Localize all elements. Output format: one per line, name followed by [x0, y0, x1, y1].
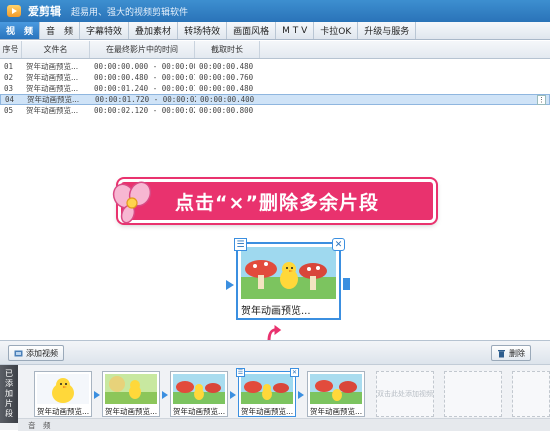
- title-bar: 爱剪辑 超易用、强大的视频剪辑软件: [0, 0, 550, 22]
- timeline-arrow-icon: [162, 391, 168, 399]
- table-row[interactable]: 02 贺年动画预览... 00:00:00.480 - 00:00:01.240 00…: [0, 72, 550, 83]
- row-more-button[interactable]: ⋮: [537, 95, 546, 105]
- cell-index: 03: [4, 84, 14, 93]
- menu-tab-0[interactable]: 视 频: [0, 22, 41, 39]
- column-header-filename[interactable]: 文件名: [22, 41, 90, 58]
- cell-duration: 00:00:00.480: [199, 62, 254, 71]
- cell-name: 贺年动画预览...: [27, 95, 80, 104]
- column-header-duration[interactable]: 截取时长: [195, 41, 260, 58]
- cell-index: 02: [4, 73, 14, 82]
- menu-tab-8[interactable]: 升级与服务: [358, 22, 417, 39]
- timeline-clip-list-icon[interactable]: ☰: [236, 368, 245, 377]
- bottom-toolbar: 添加视频 删除: [0, 340, 550, 364]
- app-name: 爱剪辑: [28, 5, 61, 18]
- add-video-button[interactable]: 添加视频: [8, 345, 64, 361]
- column-header-time[interactable]: 在最终影片中的时间: [90, 41, 195, 58]
- timeline-arrow-icon: [94, 391, 100, 399]
- cell-time: 00:00:00.480 - 00:00:01.240: [94, 73, 195, 82]
- menu-tab-4[interactable]: 转场特效: [178, 22, 228, 39]
- clip-thumbnail: [241, 247, 336, 299]
- table-row[interactable]: 05 贺年动画预览... 00:00:02.120 - 00:00:02.920 00…: [0, 105, 550, 116]
- cell-name: 贺年动画预览...: [26, 73, 79, 82]
- timeline-arrow-icon: [230, 391, 236, 399]
- timeline-clip-label: 贺年动画预览...: [310, 407, 363, 416]
- enlarged-clip-card[interactable]: 贺年动画预览... ☰ ✕: [234, 238, 345, 320]
- cell-time: 00:00:02.120 - 00:00:02.920: [94, 106, 195, 115]
- menu-tab-6[interactable]: M T V: [276, 22, 315, 39]
- cell-index: 04: [5, 95, 15, 104]
- menu-tab-1[interactable]: 音 频: [40, 22, 81, 39]
- timeline-clip-label: 贺年动画预览...: [37, 407, 90, 416]
- clip-label: 贺年动画预览...: [241, 306, 311, 317]
- cell-name: 贺年动画预览...: [26, 84, 79, 93]
- cell-duration: 00:00:00.800: [199, 106, 254, 115]
- timeline-clip-label: 贺年动画预览...: [241, 407, 294, 416]
- cell-index: 05: [4, 106, 14, 115]
- empty-clip-slot[interactable]: [444, 371, 502, 417]
- added-clips-label: 已添加片段: [0, 365, 18, 423]
- clip-list-icon[interactable]: ☰: [234, 238, 247, 251]
- delete-label: 删除: [509, 348, 525, 358]
- timeline-arrow-icon: [298, 391, 304, 399]
- timeline-clip-thumbnail: [37, 374, 89, 404]
- main-menu-bar: 视 频音 频字幕特效 叠加素材 转场特效 画面风格 M T V 卡拉OK 升级与服务: [0, 22, 550, 40]
- timeline-clip[interactable]: 贺年动画预览...: [102, 371, 160, 417]
- cell-time: 00:00:00.000 - 00:00:00.480: [94, 62, 195, 71]
- timeline-clip-thumbnail: [241, 374, 293, 404]
- cell-duration: 00:00:00.760: [199, 73, 254, 82]
- column-header-index[interactable]: 序号: [0, 41, 22, 58]
- cell-duration: 00:00:00.480: [199, 84, 254, 93]
- table-row[interactable]: 04 贺年动画预览... 00:00:01.720 - 00:00:02.120 00…: [0, 94, 550, 105]
- empty-clip-slot[interactable]: [512, 371, 550, 417]
- cell-duration: 00:00:00.400: [200, 95, 255, 104]
- cell-name: 贺年动画预览...: [26, 62, 79, 71]
- timeline-clip-label: 贺年动画预览...: [105, 407, 158, 416]
- add-video-label: 添加视频: [26, 348, 58, 358]
- timeline-clip[interactable]: 贺年动画预览...: [170, 371, 228, 417]
- table-row[interactable]: 03 贺年动画预览... 00:00:01.240 - 00:00:01.720 00…: [0, 83, 550, 94]
- timeline-clip[interactable]: 贺年动画预览... ☰ ✕: [236, 368, 299, 417]
- clip-arrow-right-icon: [343, 278, 350, 290]
- column-header-filler: [260, 41, 550, 58]
- timeline-clip-label: 贺年动画预览...: [173, 407, 226, 416]
- menu-tab-3[interactable]: 叠加素材: [129, 22, 179, 39]
- timeline-clip-thumbnail: [310, 374, 362, 404]
- empty-clip-slot[interactable]: 双击此处添加视频: [376, 371, 434, 417]
- bow-decoration-icon: [112, 180, 154, 224]
- menu-tab-2[interactable]: 字幕特效: [80, 22, 130, 39]
- audio-track-label: 音 频: [28, 420, 51, 430]
- clip-delete-close-icon[interactable]: ✕: [332, 238, 345, 251]
- timeline-panel: 已添加片段 音 频 贺年动画预览... 贺年动画预览... 贺年动画预览... 贺年动…: [0, 364, 550, 431]
- cell-time: 00:00:01.240 - 00:00:01.720: [94, 84, 195, 93]
- timeline-clip-thumbnail: [105, 374, 157, 404]
- cell-index: 01: [4, 62, 14, 71]
- timeline-clip-close-icon[interactable]: ✕: [290, 368, 299, 377]
- menu-tab-5[interactable]: 画面风格: [227, 22, 277, 39]
- app-logo-icon: [5, 3, 23, 19]
- cell-name: 贺年动画预览...: [26, 106, 79, 115]
- clip-table-header: 序号 文件名 在最终影片中的时间 截取时长: [0, 41, 550, 59]
- table-row[interactable]: 01 贺年动画预览... 00:00:00.000 - 00:00:00.480 00…: [0, 61, 550, 72]
- menu-tab-7[interactable]: 卡拉OK: [314, 22, 359, 39]
- app-slogan: 超易用、强大的视频剪辑软件: [71, 7, 189, 18]
- timeline-clip[interactable]: 贺年动画预览...: [34, 371, 92, 417]
- delete-button[interactable]: 删除: [491, 345, 531, 361]
- film-icon: [14, 350, 23, 356]
- instruction-callout: 点击“×”删除多余片段: [118, 179, 436, 223]
- timeline-clip[interactable]: 贺年动画预览...: [307, 371, 365, 417]
- audio-track[interactable]: 音 频: [18, 418, 550, 431]
- cell-time: 00:00:01.720 - 00:00:02.120: [95, 95, 196, 104]
- pointer-arrow-icon: [262, 322, 286, 342]
- trash-icon: [498, 349, 505, 357]
- timeline-clip-thumbnail: [173, 374, 225, 404]
